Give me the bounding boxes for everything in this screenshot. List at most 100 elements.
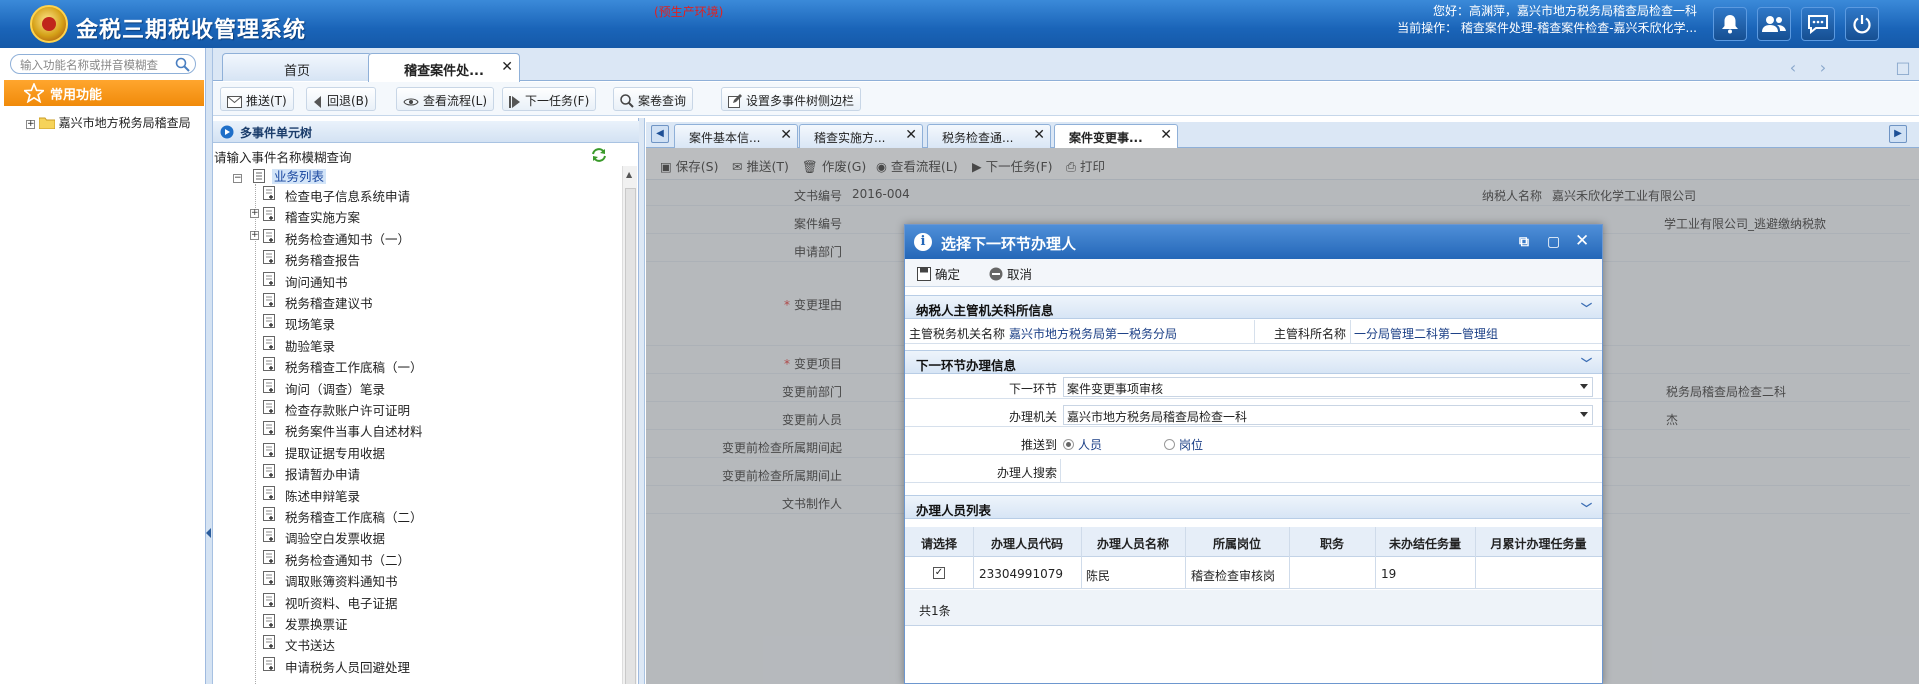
tab-inspection-notice[interactable]: 税务检查通... ✕ bbox=[927, 124, 1051, 148]
push-button[interactable]: 推送(T) bbox=[220, 87, 294, 111]
tab-case-processing[interactable]: 稽查案件处... ✕ bbox=[368, 53, 520, 82]
col-name[interactable]: 办理人员名称 bbox=[1081, 535, 1185, 552]
collapse-icon[interactable]: − bbox=[233, 174, 242, 183]
radio-person-label: 人员 bbox=[1078, 438, 1103, 452]
col-monthly[interactable]: 月累计办理任务量 bbox=[1475, 535, 1602, 552]
current-operation-text: 当前操作： 稽查案件处理-稽查案件检查-嘉兴禾欣化学... bbox=[1397, 21, 1697, 35]
app-title: 金税三期税收管理系统 bbox=[76, 18, 307, 43]
sidebar-collapse-bar[interactable] bbox=[206, 48, 213, 684]
chevron-down-icon[interactable] bbox=[1580, 384, 1588, 389]
tree-item-label: 检查电子信息系统申请 bbox=[285, 189, 411, 204]
section-handler-list[interactable]: 办理人员列表 ﹀ bbox=[905, 495, 1602, 519]
chevron-down-icon[interactable]: ﹀ bbox=[1581, 355, 1592, 371]
section-next-step[interactable]: 下一环节办理信息 ﹀ bbox=[905, 350, 1602, 374]
tree-item-label: 税务稽查工作底稿（二） bbox=[285, 510, 423, 525]
close-icon[interactable]: ✕ bbox=[905, 127, 917, 143]
tab-scroll-left-icon[interactable]: ‹ bbox=[1783, 58, 1803, 77]
tabs-left-icon[interactable]: ◀ bbox=[651, 125, 669, 143]
search-icon[interactable] bbox=[175, 57, 190, 72]
dossier-query-button[interactable]: 案卷查询 bbox=[613, 87, 694, 111]
select-handler-dialog: i 选择下一环节办理人 ⧉ ▢ ✕ 确定 取消 纳税人主管机关科所信息 ﹀ 主管税… bbox=[904, 224, 1603, 684]
maximize-icon[interactable]: ▢ bbox=[1547, 234, 1560, 250]
refresh-icon[interactable] bbox=[591, 148, 607, 162]
cell-post: 稽查检查审核岗 bbox=[1191, 569, 1276, 583]
tab-home[interactable]: 首页 bbox=[222, 53, 372, 81]
next-task-button[interactable]: 下一任务(F) bbox=[502, 87, 597, 111]
expand-icon[interactable]: + bbox=[250, 230, 259, 240]
tab-scroll-right-icon[interactable]: › bbox=[1813, 58, 1833, 77]
window-icon[interactable]: □ bbox=[1893, 58, 1913, 77]
table-row[interactable]: ✓ 23304991079 陈民 稽查检查审核岗 19 bbox=[905, 558, 1602, 589]
tree-item-label: 现场笔录 bbox=[285, 317, 336, 333]
tree-sidebar-setting-button[interactable]: 设置多事件树侧边栏 bbox=[721, 87, 862, 111]
chevron-down-icon[interactable]: ﹀ bbox=[1581, 500, 1592, 516]
tab-case-basic-info[interactable]: 案件基本信... ✕ bbox=[674, 124, 798, 148]
close-icon[interactable]: ✕ bbox=[1033, 127, 1045, 143]
col-code[interactable]: 办理人员代码 bbox=[973, 535, 1081, 552]
view-flow-button[interactable]: 查看流程(L) bbox=[396, 87, 495, 111]
cancel-button[interactable]: 取消 bbox=[989, 264, 1032, 283]
tab-inspection-plan[interactable]: 稽查实施方... ✕ bbox=[799, 124, 923, 148]
tabs-right-icon[interactable]: ▶ bbox=[1889, 125, 1907, 143]
radio-selected-icon[interactable] bbox=[1063, 439, 1074, 450]
tree-item-label: 税务案件当事人自述材料 bbox=[285, 424, 423, 440]
org-tree-node[interactable]: + 嘉兴市地方税务局稽查局 bbox=[26, 114, 206, 131]
close-icon[interactable]: ✕ bbox=[780, 127, 792, 143]
agency-row: 办理机关 嘉兴市地方税务局稽查局检查一科 bbox=[905, 403, 1602, 427]
col-pending[interactable]: 未办结任务量 bbox=[1375, 535, 1475, 552]
document-icon bbox=[263, 250, 275, 265]
chat-icon[interactable] bbox=[1801, 7, 1835, 41]
agency-select[interactable]: 嘉兴市地方税务局稽查局检查一科 bbox=[1063, 405, 1593, 425]
back-button[interactable]: 回退(B) bbox=[306, 87, 376, 111]
document-icon bbox=[263, 485, 275, 500]
radio-person[interactable]: 人员 bbox=[1063, 436, 1102, 453]
tree-scrollbar[interactable]: ▲ bbox=[622, 166, 637, 684]
collapse-arrow-icon[interactable] bbox=[206, 528, 211, 538]
close-icon[interactable]: ✕ bbox=[1160, 127, 1172, 143]
eye-icon bbox=[403, 98, 419, 106]
tax-emblem-logo bbox=[30, 5, 68, 43]
chevron-down-icon[interactable]: ﹀ bbox=[1581, 300, 1592, 316]
panel-splitter[interactable] bbox=[639, 118, 645, 684]
handler-search-input[interactable] bbox=[1063, 461, 1593, 481]
next-step-select[interactable]: 案件变更事项审核 bbox=[1063, 377, 1593, 397]
row-checkbox[interactable]: ✓ bbox=[933, 567, 945, 579]
setting-label: 设置多事件树侧边栏 bbox=[746, 94, 855, 108]
chevron-down-icon[interactable] bbox=[1580, 412, 1588, 417]
confirm-button[interactable]: 确定 bbox=[917, 264, 960, 283]
tree-item-label: 税务稽查报告 bbox=[285, 253, 361, 269]
scroll-thumb[interactable] bbox=[625, 188, 636, 684]
tab-label: 首页 bbox=[283, 64, 310, 79]
users-icon[interactable] bbox=[1757, 7, 1791, 41]
expand-icon[interactable]: + bbox=[26, 120, 35, 129]
event-tree-query[interactable]: 请输入事件名称模糊查询 bbox=[214, 147, 352, 166]
section-taxpayer-org[interactable]: 纳税人主管机关科所信息 ﹀ bbox=[905, 295, 1602, 319]
tree-item-label: 视听资料、电子证据 bbox=[285, 595, 398, 611]
document-icon bbox=[263, 335, 275, 350]
push-label: 推送(T) bbox=[246, 94, 287, 108]
radio-post[interactable]: 岗位 bbox=[1164, 436, 1203, 453]
col-select: 请选择 bbox=[920, 537, 957, 551]
bell-icon[interactable] bbox=[1713, 7, 1747, 41]
power-icon[interactable] bbox=[1845, 7, 1879, 41]
dialog-titlebar[interactable]: i 选择下一环节办理人 ⧉ ▢ ✕ bbox=[905, 225, 1602, 259]
section-title: 下一环节办理信息 bbox=[916, 358, 1017, 373]
favorites-header[interactable]: 常用功能 bbox=[4, 80, 204, 106]
function-search-input[interactable]: 输入功能名称或拼音模糊查 bbox=[10, 54, 196, 74]
cell-name: 陈民 bbox=[1086, 569, 1111, 583]
expand-icon[interactable]: + bbox=[250, 209, 259, 219]
scroll-up-icon[interactable]: ▲ bbox=[626, 170, 632, 179]
org-value: 嘉兴市地方税务局第一税务分局 bbox=[1009, 327, 1178, 341]
col-post[interactable]: 所属岗位 bbox=[1185, 535, 1289, 552]
document-icon bbox=[263, 528, 275, 543]
col-duty[interactable]: 职务 bbox=[1289, 535, 1375, 552]
tab-case-change[interactable]: 案件变更事... ✕ bbox=[1054, 124, 1178, 148]
business-list-node[interactable]: − 业务列表 bbox=[233, 166, 326, 185]
restore-icon[interactable]: ⧉ bbox=[1519, 234, 1529, 250]
radio-unselected-icon[interactable] bbox=[1164, 439, 1175, 450]
close-icon[interactable]: ✕ bbox=[1575, 231, 1589, 251]
document-icon bbox=[263, 464, 275, 479]
close-icon[interactable]: ✕ bbox=[501, 59, 513, 75]
confirm-label: 确定 bbox=[935, 267, 961, 282]
document-icon bbox=[263, 635, 275, 650]
